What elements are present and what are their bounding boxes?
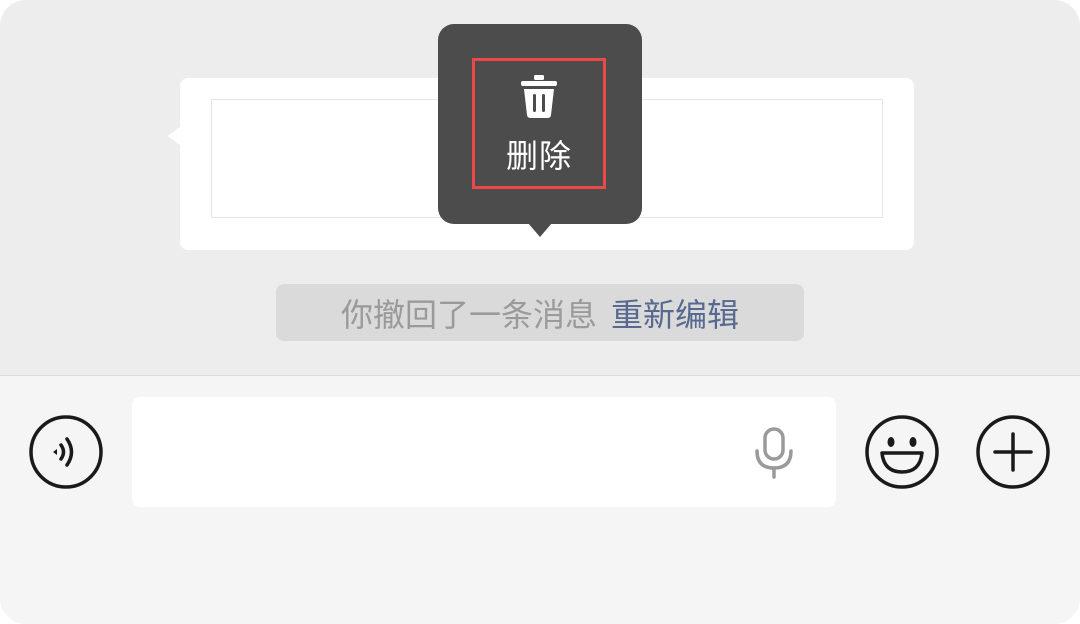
delete-menu-item[interactable]: 删除 [472, 58, 606, 189]
context-menu: 删除 [438, 24, 642, 224]
chat-screen: 删除 你撤回了一条消息 重新编辑 [0, 0, 1080, 624]
microphone-icon[interactable] [752, 427, 796, 479]
voice-mode-icon[interactable] [28, 414, 104, 490]
message-input[interactable] [132, 397, 836, 507]
delete-label: 删除 [505, 137, 572, 175]
context-menu-arrow [528, 223, 552, 237]
trash-icon [521, 75, 557, 118]
emoji-icon[interactable] [864, 414, 940, 490]
plus-icon[interactable] [975, 414, 1051, 490]
recall-text: 你撤回了一条消息 [340, 295, 597, 334]
recall-notice: 你撤回了一条消息 重新编辑 [276, 284, 804, 341]
chat-area: 删除 你撤回了一条消息 重新编辑 [0, 0, 1080, 375]
reedit-link[interactable]: 重新编辑 [611, 290, 739, 336]
